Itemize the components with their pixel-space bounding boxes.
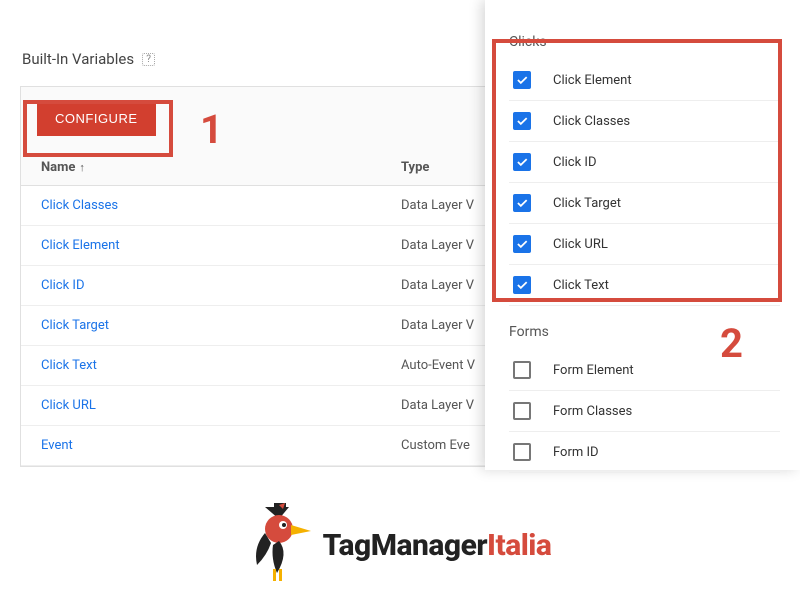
column-header-name[interactable]: Name ↑	[41, 160, 401, 175]
callout-box-2	[492, 39, 782, 302]
option-row[interactable]: Form Classes	[509, 391, 780, 432]
variable-link[interactable]: Click Element	[41, 238, 120, 253]
option-row[interactable]: Form ID	[509, 432, 780, 473]
callout-box-1	[23, 100, 173, 157]
checkbox-icon[interactable]	[513, 402, 531, 420]
sort-arrow-icon: ↑	[79, 161, 85, 174]
option-label: Form ID	[553, 445, 599, 460]
checkbox-icon[interactable]	[513, 443, 531, 461]
logo-text: TagManagerItalia	[323, 528, 552, 563]
checkbox-icon[interactable]	[513, 361, 531, 379]
callout-number-2: 2	[720, 320, 743, 367]
variable-link[interactable]: Click ID	[41, 278, 84, 293]
variable-link[interactable]: Click Target	[41, 318, 109, 333]
variable-link[interactable]: Click URL	[41, 398, 96, 413]
option-label: Form Element	[553, 363, 634, 378]
woodpecker-icon	[249, 503, 311, 587]
variable-link[interactable]: Click Text	[41, 358, 97, 373]
option-label: Form Classes	[553, 404, 632, 419]
callout-number-1: 1	[200, 106, 223, 153]
variable-link[interactable]: Event	[41, 438, 73, 453]
section-title-text: Built-In Variables	[22, 50, 134, 68]
help-icon[interactable]: ?	[142, 53, 155, 66]
variable-link[interactable]: Click Classes	[41, 198, 118, 213]
logo-bar: TagManagerItalia	[0, 490, 800, 600]
